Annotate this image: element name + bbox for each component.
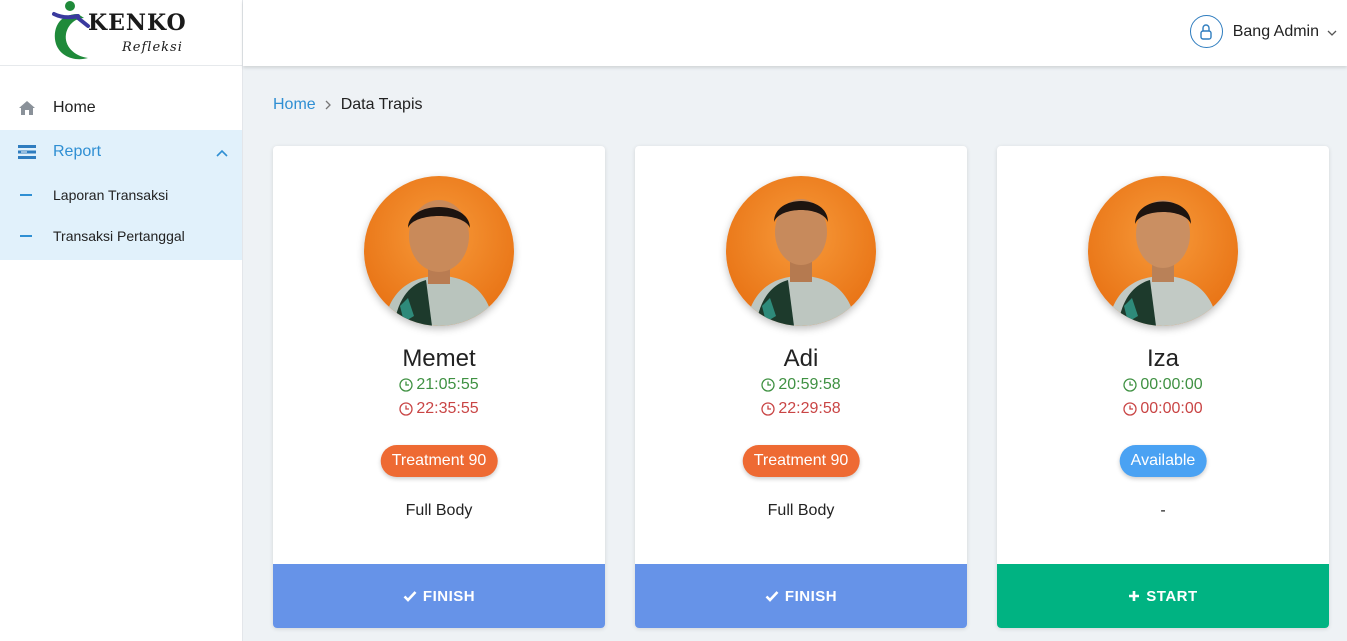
clock-icon — [1123, 378, 1138, 392]
therapist-photo — [1088, 176, 1238, 326]
sidebar-subitem-label: Transaksi Pertanggal — [53, 227, 185, 244]
end-time-value: 22:29:58 — [778, 400, 841, 417]
report-submenu: Laporan Transaksi Transaksi Pertanggal — [0, 174, 242, 260]
status-badge: Treatment 90 — [380, 445, 498, 477]
end-time-value: 00:00:00 — [1140, 400, 1203, 417]
therapist-photo — [364, 176, 514, 326]
therapist-name: Iza — [1146, 345, 1179, 372]
end-time: 22:29:58 — [635, 400, 967, 418]
clock-icon — [399, 378, 414, 392]
status-badge: Treatment 90 — [742, 445, 860, 477]
therapist-card: Memet 21:05:55 22:35:55 Treatment 90 Ful… — [273, 146, 605, 628]
service-name: - — [1160, 502, 1166, 519]
topbar: Bang Admin — [243, 0, 1347, 66]
home-icon — [18, 99, 36, 117]
sidebar-item-transaksi-pertanggal[interactable]: Transaksi Pertanggal — [0, 215, 242, 256]
finish-button[interactable]: FINISH — [273, 564, 605, 628]
end-time: 22:35:55 — [273, 400, 605, 418]
therapist-photo — [726, 176, 876, 326]
kenko-logo[interactable]: KENKO Refleksi — [48, 0, 188, 62]
sidebar: KENKO Refleksi Home Report Laporan Trans… — [0, 0, 243, 641]
therapist-name: Memet — [402, 345, 476, 372]
breadcrumb-home-link[interactable]: Home — [273, 96, 316, 114]
check-icon — [765, 591, 779, 602]
check-icon — [403, 591, 417, 602]
dash-icon — [20, 234, 32, 237]
sidebar-item-laporan-transaksi[interactable]: Laporan Transaksi — [0, 174, 242, 215]
start-time-value: 00:00:00 — [1140, 376, 1203, 393]
sidebar-item-home[interactable]: Home — [0, 86, 242, 130]
dash-icon — [20, 193, 32, 196]
action-label: FINISH — [422, 587, 476, 605]
user-name: Bang Admin — [1232, 22, 1319, 40]
status-badge: Available — [1119, 445, 1207, 477]
sidebar-item-label: Home — [53, 99, 96, 116]
action-label: FINISH — [784, 587, 838, 605]
end-time-value: 22:35:55 — [416, 400, 479, 417]
chevron-down-icon — [1327, 23, 1337, 41]
logo-text: KENKO — [88, 10, 187, 36]
therapist-card: Adi 20:59:58 22:29:58 Treatment 90 Full … — [635, 146, 967, 628]
breadcrumb: Home Data Trapis — [273, 96, 423, 114]
start-time: 00:00:00 — [997, 376, 1329, 394]
report-icon — [18, 143, 36, 161]
service-name: Full Body — [767, 502, 835, 519]
clock-icon — [761, 378, 776, 392]
therapist-name: Adi — [783, 345, 819, 372]
end-time: 00:00:00 — [997, 400, 1329, 418]
logo-area: KENKO Refleksi — [0, 0, 242, 66]
sidebar-nav: Home Report Laporan Transaksi Transaksi … — [0, 66, 242, 260]
start-button[interactable]: START — [997, 564, 1329, 628]
start-time: 21:05:55 — [273, 376, 605, 394]
clock-icon — [1123, 402, 1138, 416]
action-label: START — [1146, 587, 1198, 605]
therapist-card: Iza 00:00:00 00:00:00 Available - START — [997, 146, 1329, 628]
clock-icon — [761, 402, 776, 416]
start-time-value: 21:05:55 — [416, 376, 479, 393]
chevron-right-icon — [325, 100, 332, 110]
start-time: 20:59:58 — [635, 376, 967, 394]
finish-button[interactable]: FINISH — [635, 564, 967, 628]
plus-icon — [1129, 591, 1140, 601]
chevron-up-icon[interactable] — [216, 144, 228, 162]
service-name: Full Body — [405, 502, 473, 519]
user-avatar-icon — [1189, 15, 1223, 48]
logo-subtext: Refleksi — [122, 40, 183, 55]
clock-icon — [399, 402, 414, 416]
sidebar-subitem-label: Laporan Transaksi — [53, 186, 169, 203]
start-time-value: 20:59:58 — [778, 376, 841, 393]
user-menu[interactable]: Bang Admin — [1189, 15, 1337, 48]
sidebar-item-label: Report — [53, 143, 102, 160]
sidebar-item-report[interactable]: Report — [0, 130, 242, 174]
breadcrumb-current: Data Trapis — [340, 96, 423, 113]
